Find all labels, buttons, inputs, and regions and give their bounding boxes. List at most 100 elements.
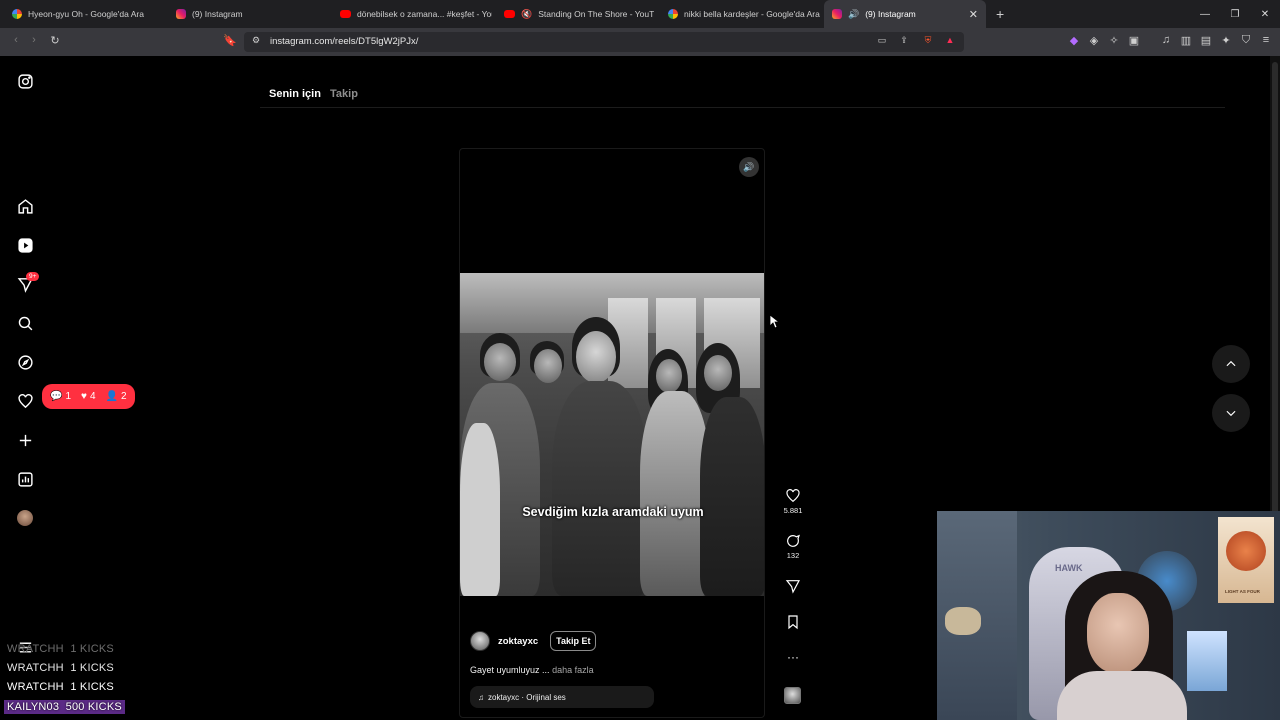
student-face — [704, 355, 732, 391]
save-action[interactable] — [782, 614, 804, 630]
person-icon: 👤 — [105, 391, 118, 402]
close-tab-icon[interactable]: ✕ — [969, 8, 978, 21]
sidebar-icon[interactable]: ▥ — [1178, 34, 1194, 47]
home-icon[interactable] — [16, 197, 34, 215]
reels-icon[interactable] — [16, 236, 34, 254]
explore-icon[interactable] — [16, 353, 34, 371]
notification-badge: 9+ — [26, 272, 40, 281]
comment-action[interactable]: 132 — [782, 533, 804, 560]
browser-tab-bar: Hyeon-gyu Oh - Google'da Ara (9) Instagr… — [0, 0, 1280, 28]
share-icon[interactable]: ⇪ — [896, 35, 912, 46]
brave-rewards-icon[interactable]: ▲ — [942, 35, 958, 45]
activity-bubble[interactable]: 💬 1 ♥ 4 👤 2 — [42, 384, 135, 409]
streamer-body — [1057, 671, 1187, 720]
close-window-icon[interactable]: ✕ — [1250, 0, 1280, 28]
brave-shield-icon[interactable]: ⛨ — [920, 35, 936, 46]
student-face — [484, 343, 516, 381]
tab-title: (9) Instagram — [192, 9, 243, 19]
browser-tab[interactable]: Hyeon-gyu Oh - Google'da Ara — [4, 0, 164, 28]
reel-author-row: zoktayxc Takip Et — [470, 631, 597, 651]
extension-icon[interactable]: ◆ — [1066, 34, 1082, 47]
site-info-icon[interactable]: ⚙ — [248, 35, 264, 46]
browser-tab[interactable]: 🔇 Standing On The Shore - YouTube — [496, 0, 654, 28]
divider — [260, 107, 1225, 108]
browser-tab[interactable]: (9) Instagram — [168, 0, 328, 28]
leo-ai-icon[interactable]: ✦ — [1218, 34, 1234, 47]
next-reel-button[interactable] — [1212, 394, 1250, 432]
author-avatar[interactable] — [470, 631, 490, 651]
follow-button[interactable]: Takip Et — [550, 631, 597, 651]
music-icon[interactable]: ♫ — [1158, 34, 1174, 46]
monitor-glow — [1187, 631, 1227, 691]
browser-tab[interactable]: dönebilsek o zamana... #keşfet - You — [332, 0, 492, 28]
dashboard-icon[interactable] — [16, 470, 34, 488]
student-face — [656, 359, 682, 393]
minimize-icon[interactable]: — — [1190, 0, 1220, 28]
kick-alert-highlight: KAILYN03 500 KICKS — [4, 700, 125, 714]
google-icon — [668, 9, 678, 19]
create-plus-icon[interactable] — [16, 431, 34, 449]
new-tab-button[interactable]: + — [988, 0, 1008, 28]
browser-toolbar: ‹ › ↻ 🔖 ⚙ instagram.com/reels/DT5lgW2jPJ… — [0, 28, 1280, 56]
instagram-logo-icon[interactable] — [16, 72, 34, 90]
youtube-icon — [504, 10, 515, 18]
comment-count: 132 — [786, 551, 800, 560]
url-text[interactable]: instagram.com/reels/DT5lgW2jPJx/ — [270, 36, 418, 47]
poster-text: LIGHT AS FOUR — [1225, 589, 1260, 594]
search-icon[interactable] — [16, 314, 34, 332]
streamer-webcam: HAWK LIGHT AS FOUR — [937, 511, 1280, 720]
audio-playing-icon[interactable]: 🔊 — [848, 9, 859, 20]
music-note-icon: ♫ — [478, 692, 484, 702]
browser-tab[interactable]: nikki bella kardeşler - Google'da Ara — [660, 0, 820, 28]
student-body — [700, 397, 764, 596]
reel-player[interactable]: 🔊 Sevdiğim kızla aramdaki uyum zoktayxc … — [459, 148, 765, 718]
previous-reel-button[interactable] — [1212, 345, 1250, 383]
kick-alert: WRATCHH 1 KICKS — [7, 662, 114, 674]
instagram-icon — [832, 9, 842, 19]
extension-icon[interactable]: ◈ — [1086, 34, 1102, 47]
restore-icon[interactable]: ❐ — [1220, 0, 1250, 28]
like-action[interactable]: 5.881 — [782, 488, 804, 515]
bookmark-icon — [788, 615, 798, 630]
profile-avatar[interactable] — [17, 510, 33, 526]
google-icon — [12, 9, 22, 19]
address-bar[interactable]: ⚙ instagram.com/reels/DT5lgW2jPJx/ ▭ ⇪ ⛨… — [244, 32, 964, 52]
audio-thumbnail[interactable] — [784, 687, 801, 704]
more-link[interactable]: daha fazla — [552, 665, 594, 675]
tiger-image — [1226, 531, 1266, 571]
share-action[interactable] — [782, 578, 804, 594]
reels-feed-tabs: Senin için Takip — [269, 88, 358, 100]
reel-video-frame[interactable]: Sevdiğim kızla aramdaki uyum — [460, 273, 764, 596]
volume-icon[interactable]: 🔊 — [739, 157, 759, 177]
browser-tab-active[interactable]: 🔊 (9) Instagram ✕ — [824, 0, 986, 28]
notifications-heart-icon[interactable] — [16, 392, 34, 410]
chair-label: HAWK — [1055, 563, 1083, 573]
tab-following[interactable]: Takip — [330, 88, 358, 100]
kick-user: KAILYN03 — [7, 701, 60, 713]
reload-icon[interactable]: ↻ — [47, 34, 63, 47]
forward-icon[interactable]: › — [26, 34, 42, 46]
tab-title: nikki bella kardeşler - Google'da Ara — [684, 9, 820, 19]
kick-amount: 1 KICKS — [70, 643, 114, 655]
wallet-icon[interactable]: ▤ — [1198, 34, 1214, 47]
extensions-puzzle-icon[interactable]: ✧ — [1106, 34, 1122, 47]
muted-icon[interactable]: 🔇 — [521, 9, 532, 20]
back-icon[interactable]: ‹ — [8, 34, 24, 46]
screenshot-icon[interactable]: ▣ — [1126, 34, 1142, 47]
more-options-icon[interactable]: ··· — [782, 650, 804, 664]
youtube-icon — [340, 10, 351, 18]
streamer-face — [1087, 593, 1149, 673]
tab-for-you[interactable]: Senin için — [269, 88, 321, 100]
bookmark-icon[interactable]: 🔖 — [222, 34, 238, 47]
kick-user: WRATCHH — [7, 643, 64, 655]
comment-count: 💬 1 — [50, 391, 72, 402]
vpn-icon[interactable]: ⛉ — [1238, 34, 1254, 47]
author-username[interactable]: zoktayxc — [498, 636, 538, 647]
reel-overlay-text: Sevdiğim kızla aramdaki uyum — [522, 505, 704, 519]
heart-icon: ♥ — [81, 391, 87, 402]
send-icon — [785, 580, 800, 594]
like-count: 5.881 — [783, 506, 803, 515]
cast-icon[interactable]: ▭ — [874, 35, 890, 46]
menu-icon[interactable]: ≡ — [1258, 34, 1274, 46]
reel-audio-chip[interactable]: ♫ zoktayxc · Orijinal ses — [470, 686, 654, 708]
